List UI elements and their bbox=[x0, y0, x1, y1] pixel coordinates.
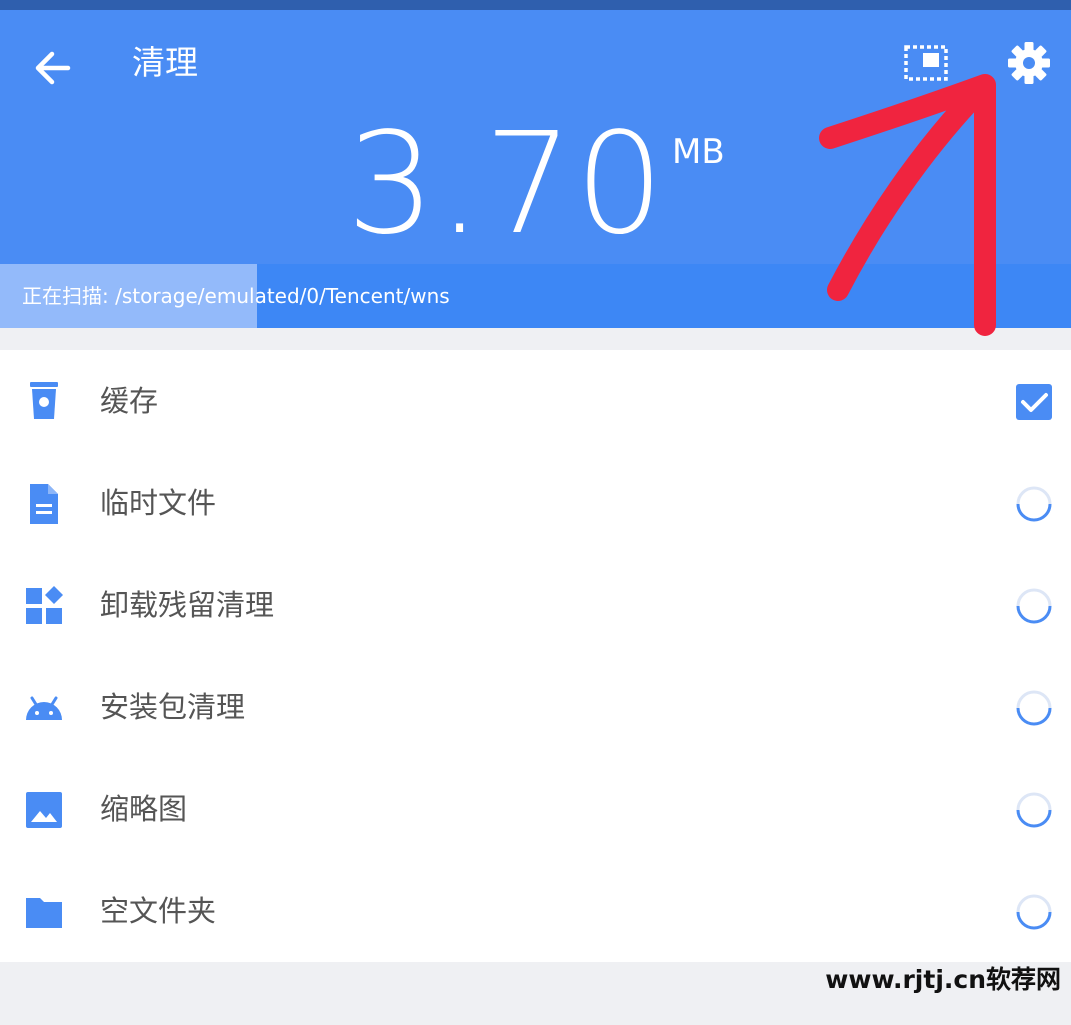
clean-category-list: 缓存 临时文件 卸载残留清理 安装包清理 缩略图 空文件夹 bbox=[0, 350, 1071, 962]
loading-spinner-icon bbox=[1016, 588, 1052, 624]
loading-spinner-icon bbox=[1016, 894, 1052, 930]
list-item-label: 临时文件 bbox=[100, 486, 217, 520]
status-bar-strip bbox=[0, 0, 1071, 10]
list-item-thumbnails[interactable]: 缩略图 bbox=[0, 758, 1071, 860]
list-item-label: 缩略图 bbox=[100, 792, 188, 826]
select-all-button[interactable] bbox=[903, 44, 951, 82]
loading-spinner-icon bbox=[1016, 486, 1052, 522]
junk-size-value: 3.70 bbox=[346, 103, 667, 266]
list-item-label: 安装包清理 bbox=[100, 690, 246, 724]
select-all-icon bbox=[904, 45, 948, 81]
junk-size-unit: MB bbox=[672, 132, 725, 172]
junk-size-display: 3.70 MB bbox=[0, 110, 1071, 260]
image-icon bbox=[26, 792, 62, 828]
app-header: 清理 3.70 MB bbox=[0, 10, 1071, 264]
gear-icon bbox=[1008, 42, 1050, 84]
list-item-empty-folders[interactable]: 空文件夹 bbox=[0, 860, 1071, 962]
list-item-temp-files[interactable]: 临时文件 bbox=[0, 452, 1071, 554]
loading-spinner-icon bbox=[1016, 792, 1052, 828]
file-icon bbox=[30, 484, 58, 524]
list-item-label: 卸载残留清理 bbox=[100, 588, 275, 622]
checkbox-checked-icon[interactable] bbox=[1012, 380, 1056, 424]
scan-status-text: 正在扫描: /storage/emulated/0/Tencent/wns bbox=[22, 284, 450, 308]
scan-progress-bar: 正在扫描: /storage/emulated/0/Tencent/wns bbox=[0, 264, 1071, 328]
list-item-cache[interactable]: 缓存 bbox=[0, 350, 1071, 452]
loading-spinner-icon bbox=[1016, 690, 1052, 726]
arrow-left-icon bbox=[35, 51, 71, 85]
page-title: 清理 bbox=[132, 43, 198, 82]
list-item-apk-cleanup[interactable]: 安装包清理 bbox=[0, 656, 1071, 758]
trash-icon bbox=[30, 382, 58, 419]
folder-icon bbox=[26, 898, 62, 928]
back-button[interactable] bbox=[28, 44, 76, 92]
site-watermark: www.rjtj.cn软荐网 bbox=[825, 965, 1061, 994]
list-item-label: 空文件夹 bbox=[100, 894, 217, 928]
apps-icon bbox=[26, 586, 63, 624]
android-icon bbox=[26, 696, 62, 720]
list-item-label: 缓存 bbox=[100, 384, 159, 418]
list-item-uninstall-residue[interactable]: 卸载残留清理 bbox=[0, 554, 1071, 656]
settings-button[interactable] bbox=[1006, 40, 1052, 86]
